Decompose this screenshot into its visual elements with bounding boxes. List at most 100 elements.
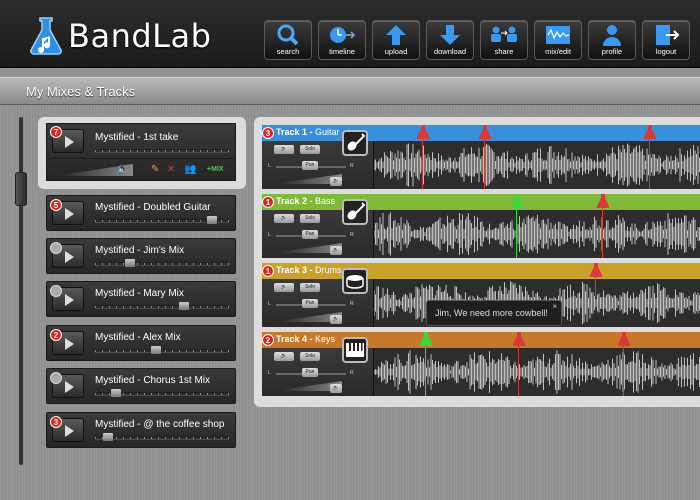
share-users-icon[interactable]: 👥 [184,164,196,175]
mix-name: Mystified - @ the coffee shop [95,419,225,430]
nav-download-button[interactable]: download [426,20,474,60]
nav-upload-button[interactable]: upload [372,20,420,60]
pan-knob[interactable]: Pan [302,230,318,239]
mix-name: Mystified - Jim's Mix [95,245,185,256]
comment-marker-red[interactable] [596,194,610,258]
nav-label: timeline [329,47,355,56]
mix-item[interactable]: 3 Mystified - @ the coffee shop [46,412,236,448]
track-name: Track 2 - Bass [276,196,336,206]
track-waveform[interactable] [374,348,700,396]
mute-speaker-button[interactable]: 🔈 [274,145,294,154]
comment-marker-green[interactable] [510,194,524,258]
mix-item[interactable]: Mystified - Mary Mix [46,281,236,317]
scrollbar-thumb[interactable] [15,172,27,206]
volume-knob[interactable]: 🔈 [330,177,342,186]
guitar-icon [342,130,368,156]
mix-item[interactable]: 5 Mystified - Doubled Guitar [46,195,236,231]
mix-name: Mystified - Alex Mix [95,332,181,343]
comment-count-badge: 5 [50,199,62,211]
solo-button[interactable]: Solo [300,352,320,361]
volume-knob[interactable]: 🔈 [330,315,342,324]
mix-item[interactable]: 2 Mystified - Alex Mix [46,325,236,361]
timeline-knob[interactable] [125,259,135,267]
speaker-icon[interactable]: 🔈 [117,164,129,175]
solo-button[interactable]: Solo [300,145,320,154]
comment-count-badge: 7 [50,126,62,138]
comment-count-badge: 1 [262,265,274,277]
volume-knob[interactable]: 🔈 [330,384,342,393]
nav-label: download [433,47,467,56]
timeline-knob[interactable] [111,389,121,397]
logout-icon [656,25,680,45]
comment-marker-red[interactable] [416,125,430,189]
add-mix-button[interactable]: +MIX [207,166,224,173]
timeline-knob[interactable] [151,346,161,354]
download-icon [440,25,460,45]
nav-timeline-button[interactable]: timeline [318,20,366,60]
nav-mix-edit-button[interactable]: mix/edit [534,20,582,60]
mute-speaker-button[interactable]: 🔈 [274,214,294,223]
nav-profile-button[interactable]: profile [588,20,636,60]
share-icon [491,26,517,42]
track-row: 2 Track 4 - Keys 🔈 Solo L Pan R 🔈 [262,332,700,396]
mix-timeline-scale[interactable] [95,262,229,266]
volume-knob[interactable]: 🔈 [330,246,342,255]
mix-item-active[interactable]: 7 Mystified - 1st take 🔈 ✎ ✕ 👥 +MIX [38,117,246,189]
mix-timeline-scale[interactable] [95,149,229,153]
comment-marker-red[interactable] [589,263,603,297]
nav-share-button[interactable]: share [480,20,528,60]
mix-timeline-scale[interactable] [95,349,229,353]
delete-x-icon[interactable]: ✕ [167,164,175,175]
comment-count-badge [50,285,62,297]
pan-knob[interactable]: Pan [302,161,318,170]
mute-speaker-button[interactable]: 🔈 [274,283,294,292]
comment-marker-green[interactable] [419,332,433,396]
mix-name: Mystified - Chorus 1st Mix [95,375,211,386]
comment-count-badge [50,242,62,254]
mix-list-scrollbar[interactable] [19,117,23,465]
mix-item[interactable]: Mystified - Jim's Mix [46,238,236,274]
solo-button[interactable]: Solo [300,214,320,223]
comment-tooltip: Jim, We need more cowbell! × [426,300,562,326]
track-waveform[interactable] [374,210,700,258]
page-title: My Mixes & Tracks [26,84,136,99]
app-name: BandLab [68,17,212,55]
mute-speaker-button[interactable]: 🔈 [274,352,294,361]
mix-timeline-scale[interactable] [95,305,229,309]
track-name: Track 4 - Keys [276,334,336,344]
comment-text: Jim, We need more cowbell! [435,308,548,318]
edit-pencil-icon[interactable]: ✎ [151,164,159,175]
comment-marker-red[interactable] [617,332,631,396]
mix-name: Mystified - Mary Mix [95,288,184,299]
nav-logout-button[interactable]: logout [642,20,690,60]
profile-icon [603,25,621,46]
bandlab-logo[interactable]: BandLab [28,14,211,58]
close-icon[interactable]: × [552,302,557,311]
nav-label: profile [601,47,623,56]
comment-count-badge: 3 [262,127,274,139]
comment-marker-red[interactable] [512,332,526,396]
tracks-panel: 3 Track 1 - Guitar 🔈 Solo L Pan R 🔈 1 Tr… [254,117,700,407]
timeline-knob[interactable] [103,433,113,441]
keyboard-icon [342,337,368,363]
pan-knob[interactable]: Pan [302,368,318,377]
app-header: BandLab search timeline upload download … [0,0,700,68]
timeline-knob[interactable] [179,302,189,310]
upload-icon [386,25,406,45]
mix-toolbar: 🔈 ✎ ✕ 👥 +MIX [47,158,235,180]
comment-marker-red[interactable] [478,125,492,189]
nav-label: mix/edit [545,47,571,56]
comment-count-badge: 1 [262,196,274,208]
nav-label: share [494,47,514,56]
pan-knob[interactable]: Pan [302,299,318,308]
page-title-bar: My Mixes & Tracks [0,77,700,105]
nav-label: upload [384,47,408,56]
mix-name: Mystified - Doubled Guitar [95,202,211,213]
comment-marker-red[interactable] [643,125,657,189]
solo-button[interactable]: Solo [300,283,320,292]
timeline-knob[interactable] [207,216,217,224]
mix-timeline-scale[interactable] [95,436,229,440]
mix-item[interactable]: Mystified - Chorus 1st Mix [46,368,236,404]
nav-label: search [276,47,300,56]
nav-search-button[interactable]: search [264,20,312,60]
